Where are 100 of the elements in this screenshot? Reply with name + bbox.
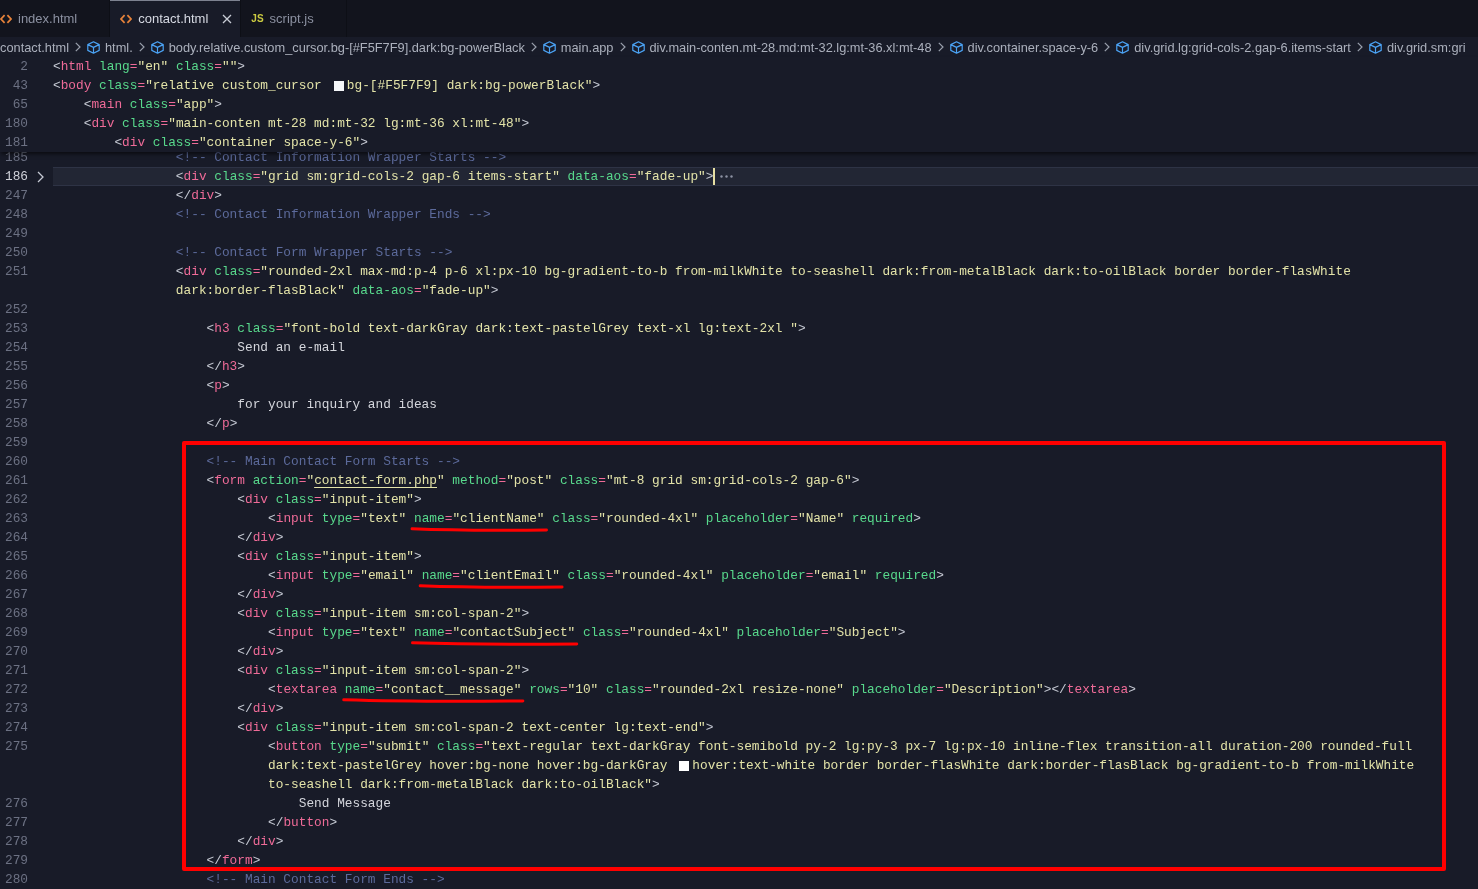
- line-number: 269: [3, 624, 28, 642]
- code-line: </p>: [206, 415, 238, 433]
- line-number: 278: [3, 833, 28, 851]
- code-line: <main class="app">: [83, 96, 222, 114]
- line-number: 271: [3, 662, 28, 680]
- line-number: 273: [3, 700, 28, 718]
- breadcrumb-item[interactable]: body.relative.custom_cursor.bg-[#F5F7F9].dark:bg-powerBlack: [150, 39, 525, 55]
- code-line: <html lang="en" class="">: [53, 58, 246, 76]
- cube-icon: [150, 40, 164, 54]
- line-number: 186: [3, 168, 28, 186]
- line-number: 267: [3, 586, 28, 604]
- line-number: 43: [11, 77, 28, 95]
- cube-icon: [949, 40, 963, 54]
- chevron-right-icon: [530, 42, 537, 52]
- code-line: <div class="input-item sm:col-span-2">: [237, 662, 530, 680]
- code-line: </form>: [206, 852, 261, 870]
- code-line: Send an e-mail: [237, 339, 345, 357]
- line-number: 181: [3, 134, 28, 152]
- line-number: 264: [3, 529, 28, 547]
- code-line: </button>: [268, 814, 338, 832]
- line-number: 252: [3, 301, 28, 319]
- line-number: 279: [3, 852, 28, 870]
- line-number: 266: [3, 567, 28, 585]
- code-line: <button type="submit" class="text-regular text-darkGray font-semibold py-2 lg:py-3 px-7 lg:px-10 inline-flex transition-all duration-200 rounded-full: [268, 738, 1413, 756]
- code-line: <input type="email" name="clientEmail" class="rounded-4xl" placeholder="email" required>: [268, 567, 944, 585]
- breadcrumb-item[interactable]: contact.html: [0, 39, 69, 55]
- editor-tab[interactable]: index.html: [0, 0, 111, 37]
- cube-icon: [631, 40, 645, 54]
- breadcrumb-item[interactable]: main.app: [542, 39, 614, 55]
- breadcrumb-item[interactable]: html.: [87, 39, 133, 55]
- code-brackets-icon: [120, 12, 133, 25]
- line-number: 276: [3, 795, 28, 813]
- code-line: <div class="input-item sm:col-span-2">: [237, 605, 530, 623]
- breadcrumb-item[interactable]: div.container.space-y-6: [949, 39, 1099, 55]
- code-line: <input type="text" name="clientName" class="rounded-4xl" placeholder="Name" required>: [268, 510, 921, 528]
- code-line: </div>: [237, 833, 284, 851]
- chevron-right-icon: [619, 42, 626, 52]
- cube-icon: [87, 40, 100, 54]
- code-line: <!-- Main Contact Form Ends -->: [206, 871, 445, 889]
- code-line: <!-- Main Contact Form Starts -->: [206, 453, 460, 471]
- code-line: dark:text-pastelGrey hover:bg-none hover:bg-darkGray: [268, 757, 668, 775]
- code-line: <p>: [206, 377, 230, 395]
- line-number: 275: [3, 738, 28, 756]
- line-number: 277: [3, 814, 28, 832]
- line-number: 261: [3, 472, 28, 490]
- line-number: 280: [3, 871, 28, 889]
- code-line: bg-[#F5F7F9] dark:bg-powerBlack">: [346, 77, 601, 95]
- line-number: 268: [3, 605, 28, 623]
- line-number: 254: [3, 339, 28, 357]
- code-line: <div class="rounded-2xl max-md:p-4 p-6 xl:px-10 bg-gradient-to-b from-milkWhite to-seashell dark:from-metalBlack dark:to-oilBlack border border-flasWhite: [175, 263, 1351, 281]
- line-number: 270: [3, 643, 28, 661]
- file-type-label: JS: [251, 13, 264, 24]
- code-line: <div class="container space-y-6">: [114, 134, 368, 152]
- code-line: </h3>: [206, 358, 245, 376]
- line-number: 251: [3, 263, 28, 281]
- cube-icon: [1368, 40, 1382, 54]
- code-line: <textarea name="contact__message" rows="10" class="rounded-2xl resize-none" placeholder="Description"></textarea>: [268, 681, 1136, 699]
- line-number: 185: [3, 152, 28, 167]
- line-number: 248: [3, 206, 28, 224]
- code-line: Send Message: [298, 795, 391, 813]
- cube-icon: [1116, 40, 1130, 54]
- color-swatch-icon[interactable]: [679, 760, 690, 771]
- line-number: 253: [3, 320, 28, 338]
- chevron-right-icon: [1104, 42, 1111, 52]
- line-number: 257: [3, 396, 28, 414]
- code-line: </div>: [237, 586, 284, 604]
- chevron-right-icon: [75, 42, 81, 52]
- editor-tab[interactable]: contact.html: [110, 0, 242, 37]
- line-number: 263: [3, 510, 28, 528]
- code-line: <div class="input-item">: [237, 548, 422, 566]
- line-number: 249: [3, 225, 28, 243]
- folded-ellipsis-icon[interactable]: [720, 175, 734, 178]
- code-line: </div>: [237, 700, 284, 718]
- line-number: 272: [3, 681, 28, 699]
- breadcrumb-item[interactable]: div.main-conten.mt-28.md:mt-32.lg:mt-36.xl:mt-48: [631, 39, 932, 55]
- fold-chevron-icon[interactable]: [37, 171, 44, 183]
- cube-icon: [542, 40, 556, 54]
- line-number: 65: [11, 96, 28, 114]
- code-line: </div>: [237, 529, 284, 547]
- code-line: <!-- Contact Information Wrapper Starts -->: [175, 152, 507, 167]
- color-swatch-icon[interactable]: [333, 80, 344, 91]
- line-number: 258: [3, 415, 28, 433]
- line-number: 274: [3, 719, 28, 737]
- breadcrumb-item[interactable]: div.grid.sm:gri: [1368, 39, 1466, 55]
- line-number: 180: [3, 115, 28, 133]
- code-line: <!-- Contact Information Wrapper Ends -->: [175, 206, 491, 224]
- line-number: 256: [3, 377, 28, 395]
- line-number: 255: [3, 358, 28, 376]
- line-number: 2: [19, 58, 28, 76]
- breadcrumb-item[interactable]: div.grid.lg:grid-cols-2.gap-6.items-start: [1116, 39, 1351, 55]
- chevron-right-icon: [1356, 42, 1363, 52]
- code-line: <div class="grid sm:grid-cols-2 gap-6 items-start" data-aos="fade-up">: [175, 168, 714, 186]
- close-icon[interactable]: [222, 13, 233, 24]
- code-line: <form action="contact-form.php" method="post" class="mt-8 grid sm:grid-cols-2 gap-6">: [206, 472, 860, 490]
- code-line: <div class="input-item">: [237, 491, 422, 509]
- code-line: hover:text-white border border-flasWhite dark:border-flasBlack bg-gradient-to-b from-milkWhite: [692, 757, 1415, 775]
- line-number: 260: [3, 453, 28, 471]
- code-line: <!-- Contact Form Wrapper Starts -->: [175, 244, 453, 262]
- code-line: </div>: [237, 643, 284, 661]
- line-number: 247: [3, 187, 28, 205]
